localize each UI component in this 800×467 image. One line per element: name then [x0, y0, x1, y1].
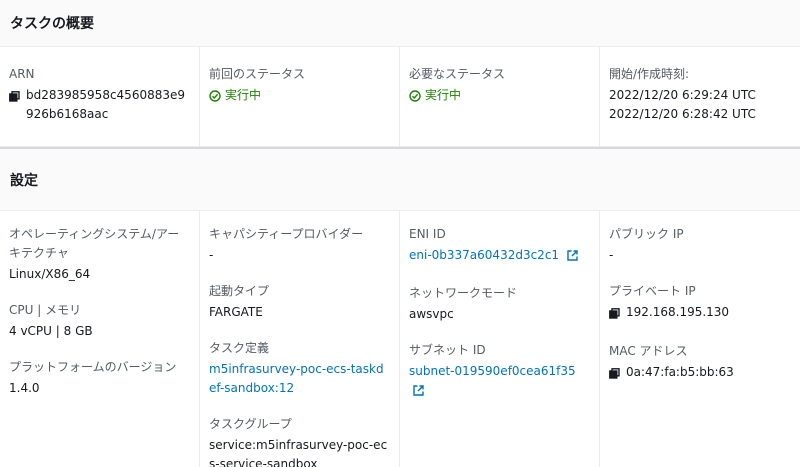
settings-col-1: オペレーティングシステム/アーキテクチャ Linux/X86_64 CPU | … [0, 211, 200, 467]
subnet-id-link[interactable]: subnet-019590ef0cea61f35 [409, 364, 576, 378]
capacity-provider-value: - [209, 248, 214, 262]
summary-header: タスクの概要 [0, 0, 800, 47]
capacity-provider-label: キャパシティープロバイダー [209, 227, 364, 241]
copy-icon[interactable] [9, 89, 20, 108]
task-group-field: タスクグループ service:m5infrasurvey-poc-ecs-se… [209, 415, 390, 467]
last-status-text: 実行中 [225, 88, 262, 102]
task-definition-label: タスク定義 [209, 341, 270, 355]
task-group-value: service:m5infrasurvey-poc-ecs-service-sa… [209, 438, 388, 467]
mac-address-value: 0a:47:fa:b5:bb:63 [626, 365, 734, 379]
settings-col-3: ENI ID eni-0b337a60432d3c2c1 ネットワークモード a… [400, 211, 600, 467]
mac-address-field: MAC アドレス 0a:47:fa:b5:bb:63 [609, 342, 791, 385]
started-at: 2022/12/20 6:29:24 UTC [609, 88, 756, 102]
private-ip-field: プライベート IP 192.168.195.130 [609, 282, 791, 325]
summary-title: タスクの概要 [10, 16, 94, 32]
created-at: 2022/12/20 6:28:42 UTC [609, 107, 756, 121]
last-status-label: 前回のステータス [209, 67, 306, 81]
public-ip-field: パブリック IP - [609, 225, 791, 265]
task-definition-field: タスク定義 m5infrasurvey-poc-ecs-taskdef-sand… [209, 339, 390, 398]
mac-address-label: MAC アドレス [609, 344, 688, 358]
eni-id-label: ENI ID [409, 227, 446, 241]
capacity-provider-field: キャパシティープロバイダー - [209, 225, 390, 265]
last-status-value: 実行中 [209, 86, 261, 105]
summary-col-started: 開始/作成時刻: 2022/12/20 6:29:24 UTC 2022/12/… [600, 47, 800, 146]
network-mode-value: awsvpc [409, 307, 454, 321]
settings-title: 設定 [10, 172, 38, 189]
launch-type-label: 起動タイプ [209, 284, 270, 298]
network-mode-label: ネットワークモード [409, 286, 518, 300]
public-ip-label: パブリック IP [609, 227, 684, 241]
subnet-id-field: サブネット ID subnet-019590ef0cea61f35 [409, 341, 590, 402]
status-success-icon [209, 89, 221, 102]
desired-status-text: 実行中 [425, 88, 462, 102]
private-ip-label: プライベート IP [609, 284, 696, 298]
desired-status-value: 実行中 [409, 86, 461, 105]
launch-type-value: FARGATE [209, 305, 263, 319]
copy-icon[interactable] [609, 306, 620, 325]
launch-type-field: 起動タイプ FARGATE [209, 282, 390, 322]
task-group-label: タスクグループ [209, 417, 292, 431]
platform-version-value: 1.4.0 [9, 381, 40, 395]
os-arch-value: Linux/X86_64 [9, 267, 91, 281]
summary-col-arn: ARN bd283985958c4560883e9926b6168aac [0, 47, 200, 146]
copy-icon[interactable] [609, 366, 620, 385]
cpu-memory-value: 4 vCPU | 8 GB [9, 324, 93, 338]
private-ip-value: 192.168.195.130 [626, 305, 730, 319]
summary-col-last-status: 前回のステータス 実行中 [200, 47, 400, 146]
os-arch-field: オペレーティングシステム/アーキテクチャ Linux/X86_64 [9, 225, 190, 284]
arn-label: ARN [9, 67, 35, 81]
settings-col-4: パブリック IP - プライベート IP 192.168.195.130 MAC… [600, 211, 800, 467]
external-link-icon[interactable] [413, 383, 424, 402]
platform-version-label: プラットフォームのバージョン [9, 360, 177, 374]
network-mode-field: ネットワークモード awsvpc [409, 284, 590, 324]
summary-grid: ARN bd283985958c4560883e9926b6168aac 前回の… [0, 47, 800, 147]
subnet-id-label: サブネット ID [409, 343, 486, 357]
cpu-memory-label: CPU | メモリ [9, 303, 82, 317]
eni-id-link[interactable]: eni-0b337a60432d3c2c1 [409, 248, 559, 262]
arn-value-row: bd283985958c4560883e9926b6168aac [9, 86, 190, 124]
settings-header: 設定 [0, 147, 800, 211]
task-definition-link[interactable]: m5infrasurvey-poc-ecs-taskdef-sandbox:12 [209, 362, 384, 395]
platform-version-field: プラットフォームのバージョン 1.4.0 [9, 358, 190, 398]
desired-status-label: 必要なステータス [409, 67, 506, 81]
os-arch-label: オペレーティングシステム/アーキテクチャ [9, 227, 180, 260]
status-success-icon [409, 89, 421, 102]
summary-col-desired-status: 必要なステータス 実行中 [400, 47, 600, 146]
arn-value: bd283985958c4560883e9926b6168aac [26, 88, 186, 121]
settings-grid: オペレーティングシステム/アーキテクチャ Linux/X86_64 CPU | … [0, 211, 800, 467]
public-ip-value: - [609, 248, 614, 262]
eni-id-field: ENI ID eni-0b337a60432d3c2c1 [409, 225, 590, 267]
settings-col-2: キャパシティープロバイダー - 起動タイプ FARGATE タスク定義 m5in… [200, 211, 400, 467]
started-label: 開始/作成時刻: [609, 67, 690, 81]
external-link-icon[interactable] [567, 248, 578, 267]
cpu-memory-field: CPU | メモリ 4 vCPU | 8 GB [9, 301, 190, 341]
